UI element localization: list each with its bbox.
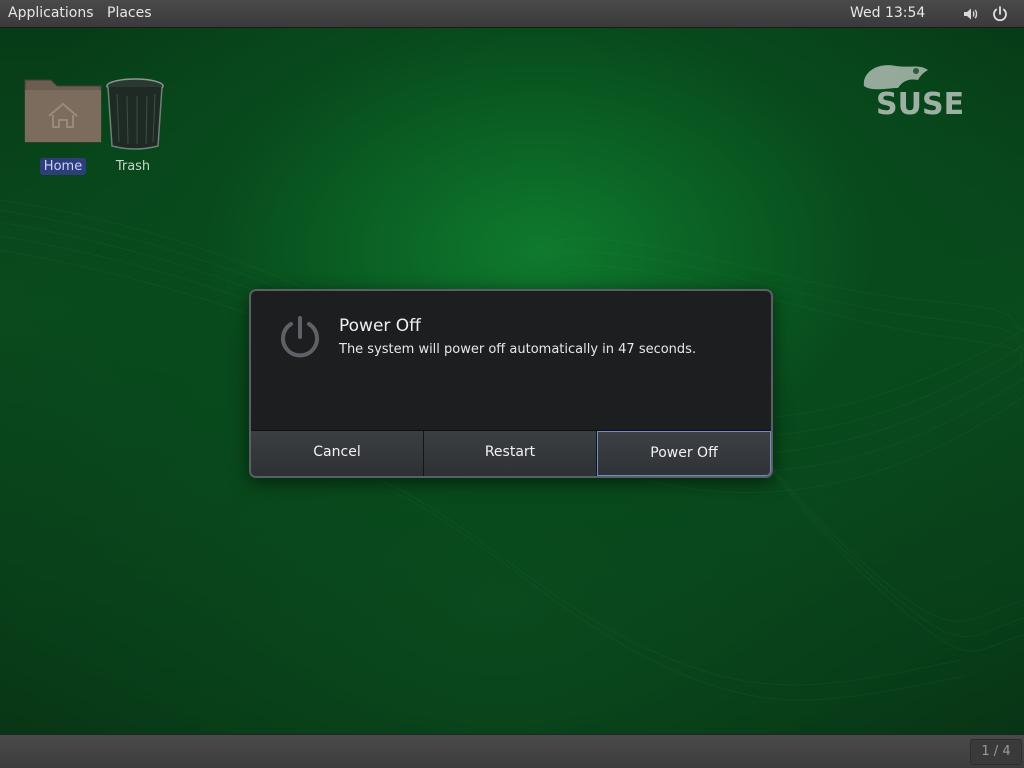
power-icon — [277, 315, 323, 361]
desktop-icon-label: Home — [39, 158, 87, 175]
power-icon[interactable] — [991, 5, 1009, 23]
top-bar: Applications Places Wed 13:54 — [0, 0, 1024, 28]
power-off-dialog: Power Off The system will power off auto… — [249, 289, 773, 478]
dialog-title: Power Off — [339, 316, 421, 336]
desktop-icon-trash[interactable]: Trash — [88, 72, 178, 175]
workspace-switcher[interactable]: 1 / 4 — [970, 739, 1022, 765]
power-off-button[interactable]: Power Off — [597, 431, 771, 476]
dialog-message: The system will power off automatically … — [339, 342, 697, 357]
trash-icon — [88, 72, 178, 152]
volume-icon[interactable] — [962, 5, 980, 23]
bottom-bar: 1 / 4 — [0, 734, 1024, 768]
places-menu[interactable]: Places — [107, 0, 152, 27]
clock[interactable]: Wed 13:54 — [850, 0, 925, 27]
restart-button[interactable]: Restart — [424, 431, 597, 476]
dialog-button-row: Cancel Restart Power Off — [251, 430, 771, 476]
svg-text:SUSE: SUSE — [876, 87, 964, 120]
applications-menu[interactable]: Applications — [8, 0, 94, 27]
suse-logo: SUSE — [858, 58, 982, 122]
cancel-button[interactable]: Cancel — [251, 431, 424, 476]
desktop-icon-label: Trash — [115, 159, 151, 174]
